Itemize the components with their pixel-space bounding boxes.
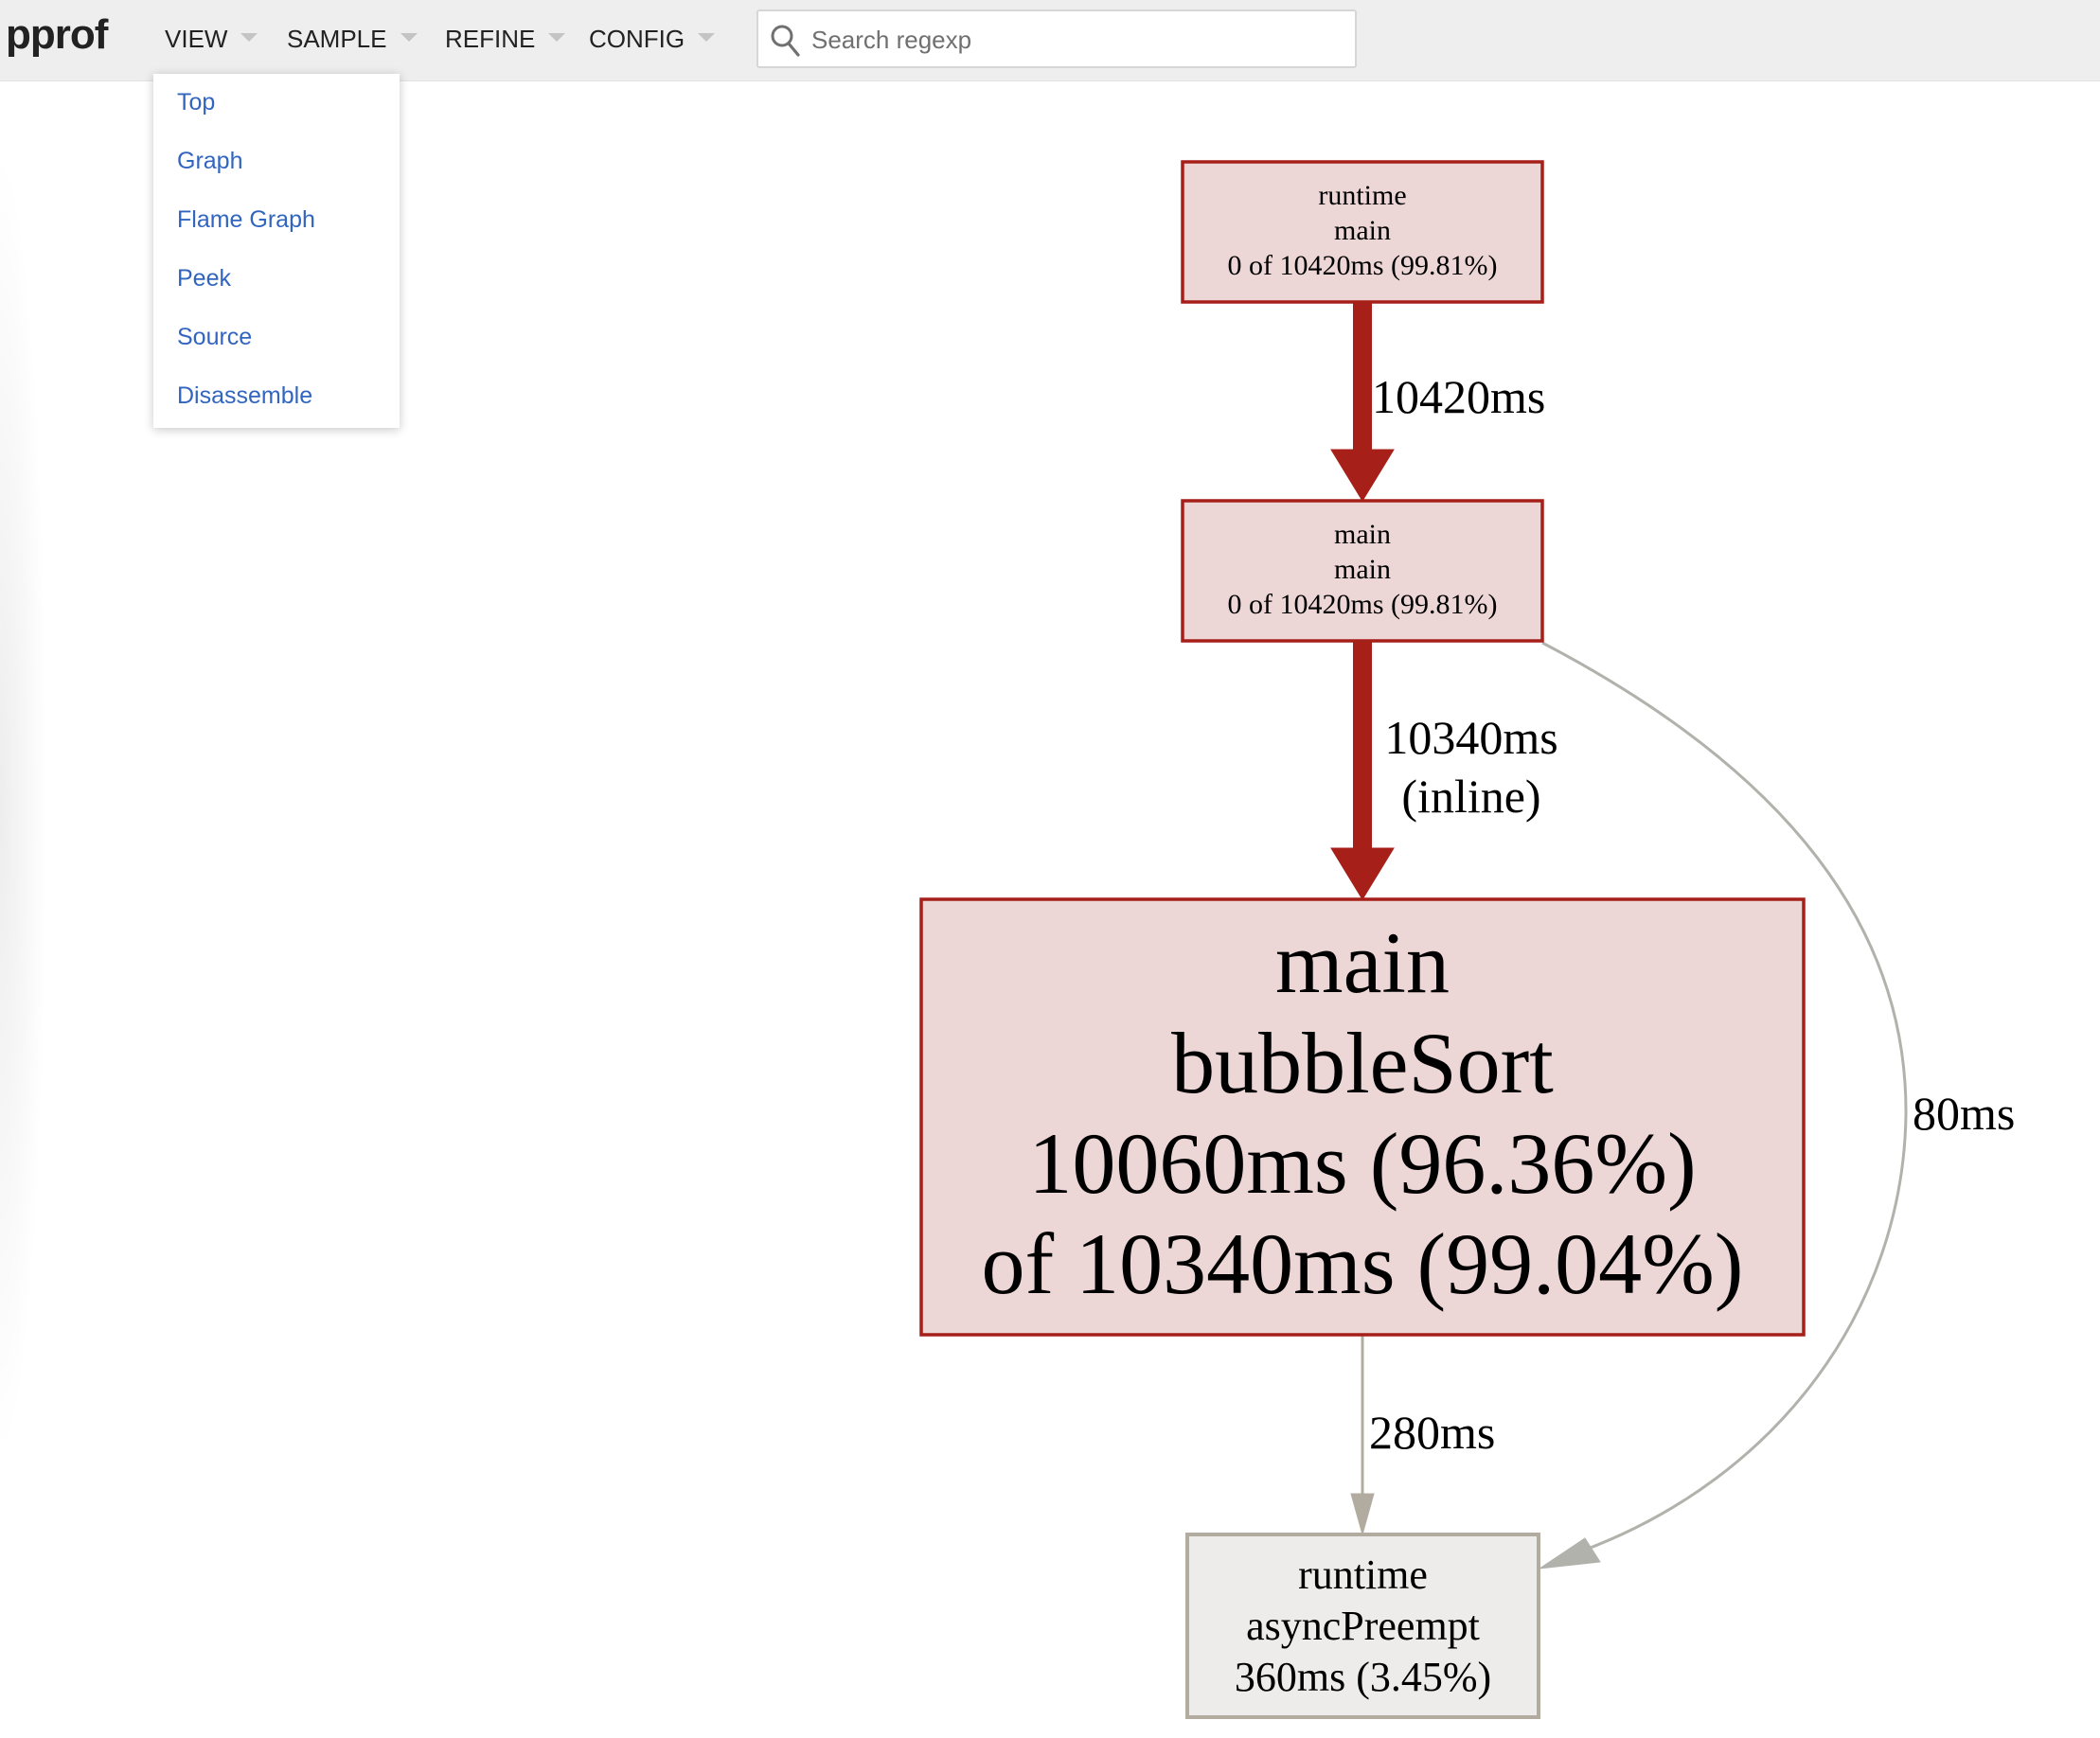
edge-label-line: 280ms xyxy=(1369,1406,1495,1459)
edge-label-line: (inline) xyxy=(1401,770,1540,823)
node-label-line: 0 of 10420ms (99.81%) xyxy=(1228,250,1498,281)
node-label-line: runtime xyxy=(1318,180,1406,211)
node-label-line: of 10340ms (99.04%) xyxy=(982,1215,1744,1312)
menu-item-flame-graph[interactable]: Flame Graph xyxy=(177,206,315,234)
node-label-line: 0 of 10420ms (99.81%) xyxy=(1228,589,1498,620)
edge-label: 80ms xyxy=(1913,1087,2015,1140)
edge-label-line: 10420ms xyxy=(1372,370,1545,423)
edge-label: 10340ms (inline) xyxy=(1384,711,1557,823)
edge-arrowhead xyxy=(1350,1493,1375,1536)
menu-item-peek[interactable]: Peek xyxy=(177,265,231,293)
menu-item-top[interactable]: Top xyxy=(177,89,215,116)
node-label-line: asyncPreempt xyxy=(1246,1603,1480,1649)
node-label-line: 10060ms (96.36%) xyxy=(1028,1115,1696,1212)
edge-label: 10420ms xyxy=(1372,370,1545,423)
edge-arrowhead xyxy=(1539,1537,1601,1570)
menu-item-source[interactable]: Source xyxy=(177,324,252,351)
node-label-line: main xyxy=(1334,519,1391,550)
menu-item-graph[interactable]: Graph xyxy=(177,148,242,175)
view-dropdown-menu: Top Graph Flame Graph Peek Source Disass… xyxy=(153,74,400,428)
node-label-line: main xyxy=(1334,554,1391,585)
edge-label-line: 10340ms xyxy=(1384,711,1557,764)
graph-node[interactable]: runtime asyncPreempt 360ms (3.45%) xyxy=(1185,1533,1540,1719)
graph-node[interactable]: main bubbleSort 10060ms (96.36%) of 10340ms… xyxy=(919,897,1806,1337)
edge-arrowhead xyxy=(1330,449,1395,502)
edge-arrowhead xyxy=(1330,847,1395,900)
graph-edge[interactable] xyxy=(1330,641,1395,900)
graph-node[interactable]: main main 0 of 10420ms (99.81%) xyxy=(1181,499,1544,643)
graph-node[interactable]: runtime main 0 of 10420ms (99.81%) xyxy=(1181,160,1544,304)
node-label-line: 360ms (3.45%) xyxy=(1235,1654,1491,1700)
node-label-line: bubbleSort xyxy=(1171,1015,1554,1111)
edge-label: 280ms xyxy=(1369,1406,1495,1459)
node-label-line: main xyxy=(1275,914,1450,1011)
node-label-line: main xyxy=(1334,215,1391,246)
menu-item-disassemble[interactable]: Disassemble xyxy=(177,382,312,410)
node-label-line: runtime xyxy=(1298,1552,1428,1598)
edge-label-line: 80ms xyxy=(1913,1087,2015,1140)
